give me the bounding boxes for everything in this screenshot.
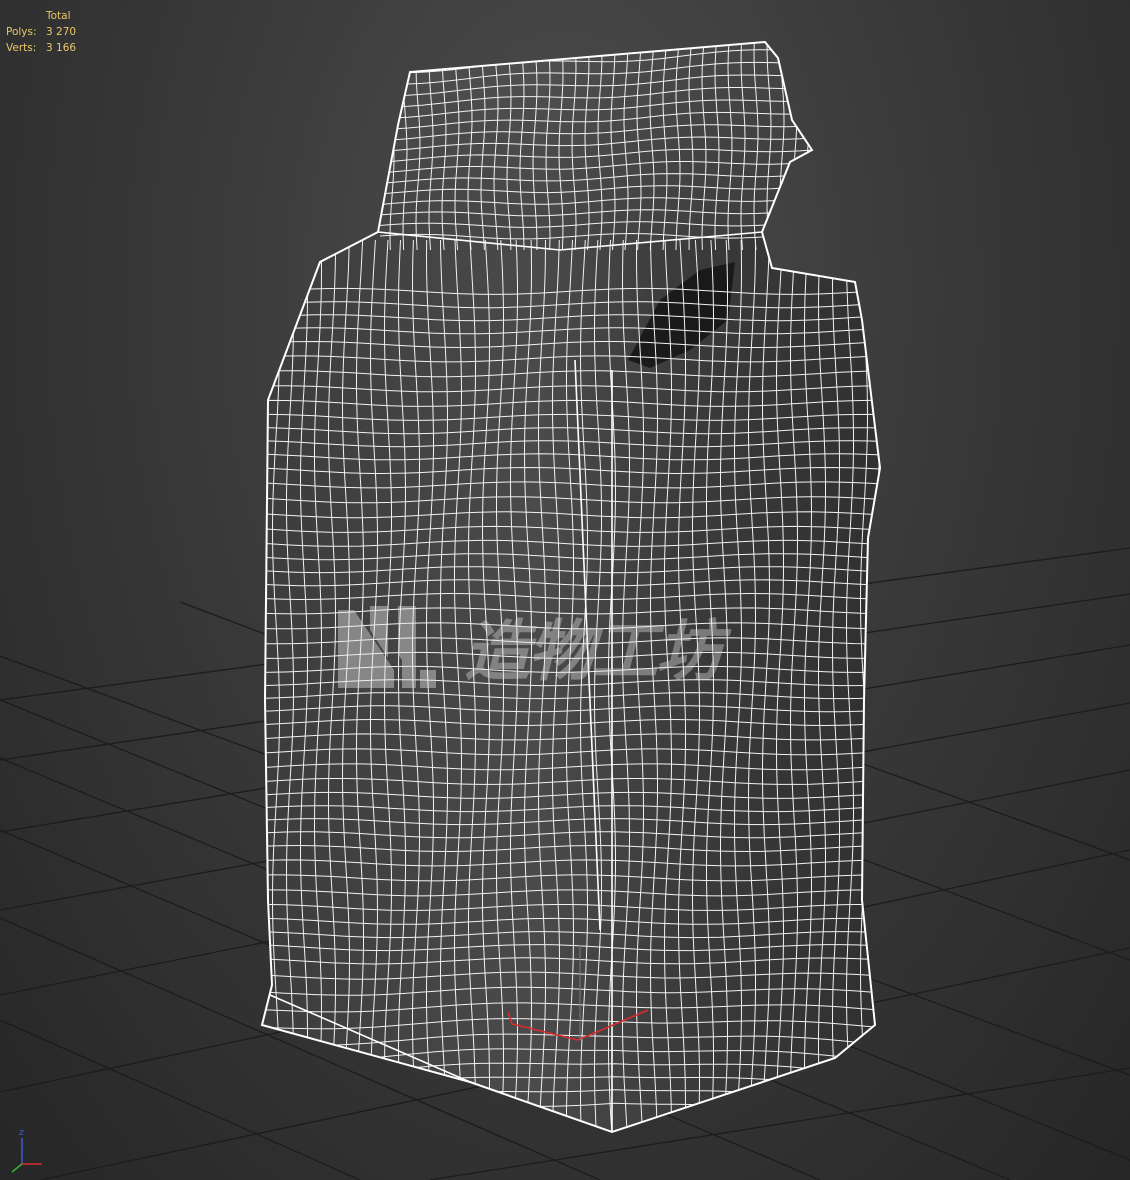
polys-value: 3 270	[46, 26, 77, 38]
verts-label: Verts:	[6, 42, 37, 54]
stats-header: Total	[46, 10, 71, 22]
bag-model[interactable]	[255, 24, 885, 1140]
scene-canvas[interactable]	[0, 0, 1130, 1180]
viewport-stats: Total Polys: 3 270 Verts: 3 166	[6, 8, 76, 56]
axis-gizmo-icon: z	[11, 1128, 42, 1173]
verts-value: 3 166	[46, 42, 77, 54]
polys-label: Polys:	[6, 26, 37, 38]
3d-viewport[interactable]: Total Polys: 3 270 Verts: 3 166 造物工坊 z	[0, 0, 1130, 1180]
gizmo-z-label: z	[19, 1128, 24, 1138]
